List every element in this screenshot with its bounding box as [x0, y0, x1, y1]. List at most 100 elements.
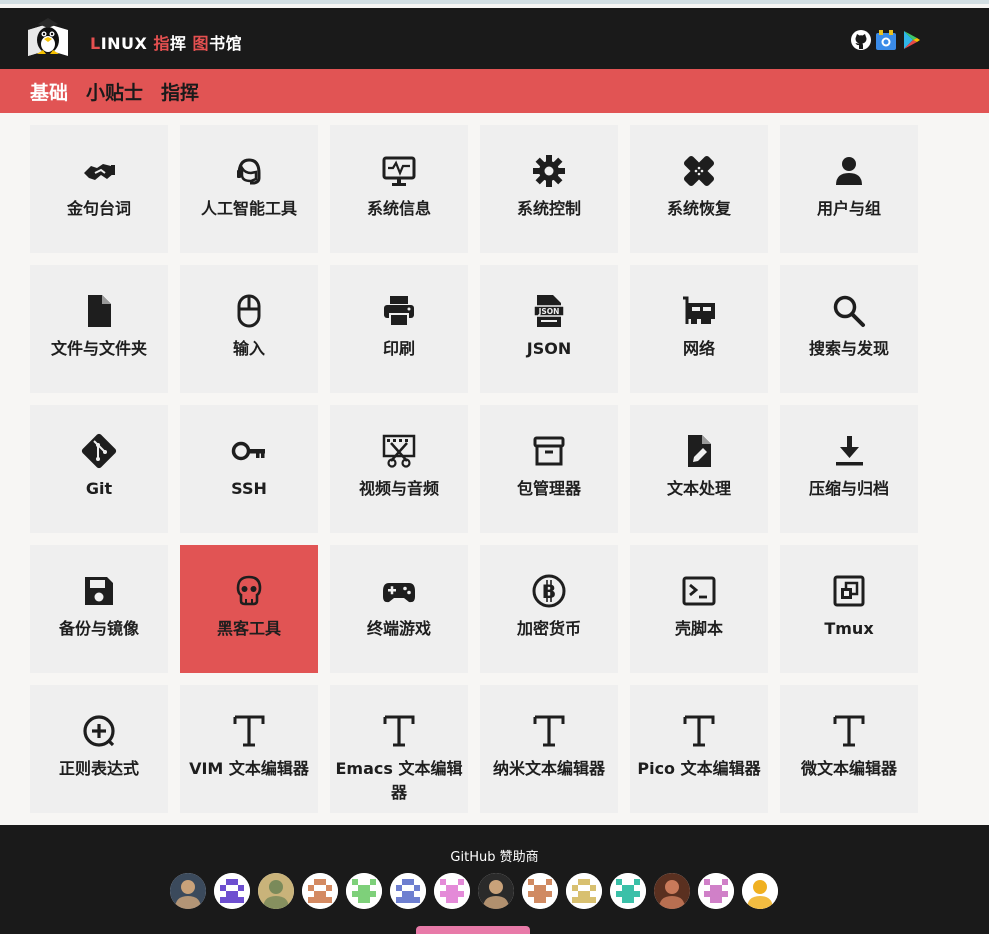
user-icon [831, 153, 867, 189]
sponsor-avatar[interactable] [478, 873, 514, 909]
skull-icon [231, 573, 267, 609]
topic-tile[interactable]: Git [30, 405, 168, 533]
topic-label: 视频与音频 [358, 479, 439, 498]
topic-tile[interactable]: JSON JSON [480, 265, 618, 393]
sponsor-avatar[interactable] [302, 873, 338, 909]
topic-label: Git [85, 479, 113, 498]
monitor-icon [381, 153, 417, 189]
sponsor-avatar[interactable] [434, 873, 470, 909]
topic-tile[interactable]: 系统信息 [330, 125, 468, 253]
topic-tile[interactable]: 黑客工具 [180, 545, 318, 673]
sponsor-avatar[interactable] [346, 873, 382, 909]
chrome-store-icon[interactable] [875, 29, 897, 51]
topic-label: VIM 文本编辑器 [189, 759, 309, 778]
topic-label: 人工智能工具 [200, 199, 297, 218]
sponsor-avatar[interactable] [390, 873, 426, 909]
topic-tile[interactable]: 包管理器 [480, 405, 618, 533]
terminal-icon [681, 573, 717, 609]
topic-tile[interactable]: Emacs 文本编辑器 [330, 685, 468, 813]
bandage-icon [681, 153, 717, 189]
topic-tile[interactable]: 微文本编辑器 [780, 685, 918, 813]
text-t-icon [831, 713, 867, 749]
topic-label: 系统控制 [516, 199, 581, 218]
topic-tile[interactable]: 备份与镜像 [30, 545, 168, 673]
gamepad-icon [381, 573, 417, 609]
topic-tile[interactable]: 压缩与归档 [780, 405, 918, 533]
sponsor-avatar[interactable] [698, 873, 734, 909]
topic-tile[interactable]: 输入 [180, 265, 318, 393]
film-scissors-icon [381, 433, 417, 469]
topic-label: 正则表达式 [58, 759, 139, 778]
topic-label: 印刷 [382, 339, 415, 358]
topic-label: 纳米文本编辑器 [492, 759, 605, 778]
topic-tile[interactable]: 系统恢复 [630, 125, 768, 253]
topic-label: 搜索与发现 [808, 339, 889, 358]
file-edit-icon [681, 433, 717, 469]
github-icon[interactable] [850, 29, 872, 51]
sponsor-avatar[interactable] [214, 873, 250, 909]
topic-tile[interactable]: 终端游戏 [330, 545, 468, 673]
sponsors-title: GitHub 赞助商 [450, 850, 539, 865]
sponsor-avatar[interactable] [170, 873, 206, 909]
topic-tile[interactable]: 正则表达式 [30, 685, 168, 813]
topic-tile[interactable]: Tmux [780, 545, 918, 673]
sponsor-avatar[interactable] [522, 873, 558, 909]
window-restore-icon [831, 573, 867, 609]
brand-part: 图 [192, 34, 210, 53]
topic-label: Emacs 文本编辑器 [335, 759, 463, 802]
download-icon [831, 433, 867, 469]
sponsor-avatar[interactable] [566, 873, 602, 909]
topic-tile[interactable]: 人工智能工具 [180, 125, 318, 253]
topic-tile[interactable]: 视频与音频 [330, 405, 468, 533]
category-bar: 基础 小贴士 指挥 [0, 69, 989, 113]
topic-label: 壳脚本 [674, 619, 723, 638]
google-play-icon[interactable] [900, 29, 922, 51]
topic-tile[interactable]: 系统控制 [480, 125, 618, 253]
sponsor-avatar[interactable] [742, 873, 778, 909]
topic-tile[interactable]: 网络 [630, 265, 768, 393]
category-commands[interactable]: 指挥 [161, 78, 199, 105]
sponsor-avatar[interactable] [654, 873, 690, 909]
search-icon [831, 293, 867, 329]
topic-tile[interactable]: 纳米文本编辑器 [480, 685, 618, 813]
topic-tile[interactable]: 金句台词 [30, 125, 168, 253]
logo-icon[interactable] [24, 16, 72, 62]
topic-tile[interactable]: 用户与组 [780, 125, 918, 253]
topic-label: 输入 [232, 339, 265, 358]
topic-label: 用户与组 [816, 199, 881, 218]
gear-icon [531, 153, 567, 189]
topic-label: 压缩与归档 [808, 479, 889, 498]
topic-tile[interactable]: 文件与文件夹 [30, 265, 168, 393]
topic-tile[interactable]: B 加密货币 [480, 545, 618, 673]
topic-tile[interactable]: Pico 文本编辑器 [630, 685, 768, 813]
topic-tile[interactable]: 壳脚本 [630, 545, 768, 673]
topic-label: 备份与镜像 [58, 619, 139, 638]
text-t-icon [231, 713, 267, 749]
category-basics[interactable]: 基础 [30, 78, 68, 105]
floppy-disk-icon [81, 573, 117, 609]
topic-tile[interactable]: 搜索与发现 [780, 265, 918, 393]
topic-label: SSH [231, 479, 267, 498]
sponsor-avatar[interactable] [610, 873, 646, 909]
topic-tile[interactable]: 印刷 [330, 265, 468, 393]
mouse-icon [231, 293, 267, 329]
category-tips[interactable]: 小贴士 [86, 78, 143, 105]
file-icon [81, 293, 117, 329]
topic-tile[interactable]: SSH [180, 405, 318, 533]
brand-part: 挥 [169, 34, 193, 53]
text-t-icon [681, 713, 717, 749]
topic-tile[interactable]: 文本处理 [630, 405, 768, 533]
sponsor-button[interactable] [416, 926, 530, 934]
json-file-icon: JSON [531, 293, 567, 329]
brand-title[interactable]: LINUX 指挥 图书馆 [90, 30, 242, 54]
topic-label: 终端游戏 [366, 619, 431, 638]
sponsor-avatar[interactable] [258, 873, 294, 909]
topic-label: 文本处理 [666, 479, 731, 498]
topic-label: JSON [526, 339, 572, 358]
brand-part: L [90, 34, 101, 53]
header: LINUX 指挥 图书馆 [0, 8, 989, 69]
box-icon [531, 433, 567, 469]
topic-label: 文件与文件夹 [50, 339, 147, 358]
topic-label: 网络 [682, 339, 715, 358]
topic-tile[interactable]: VIM 文本编辑器 [180, 685, 318, 813]
